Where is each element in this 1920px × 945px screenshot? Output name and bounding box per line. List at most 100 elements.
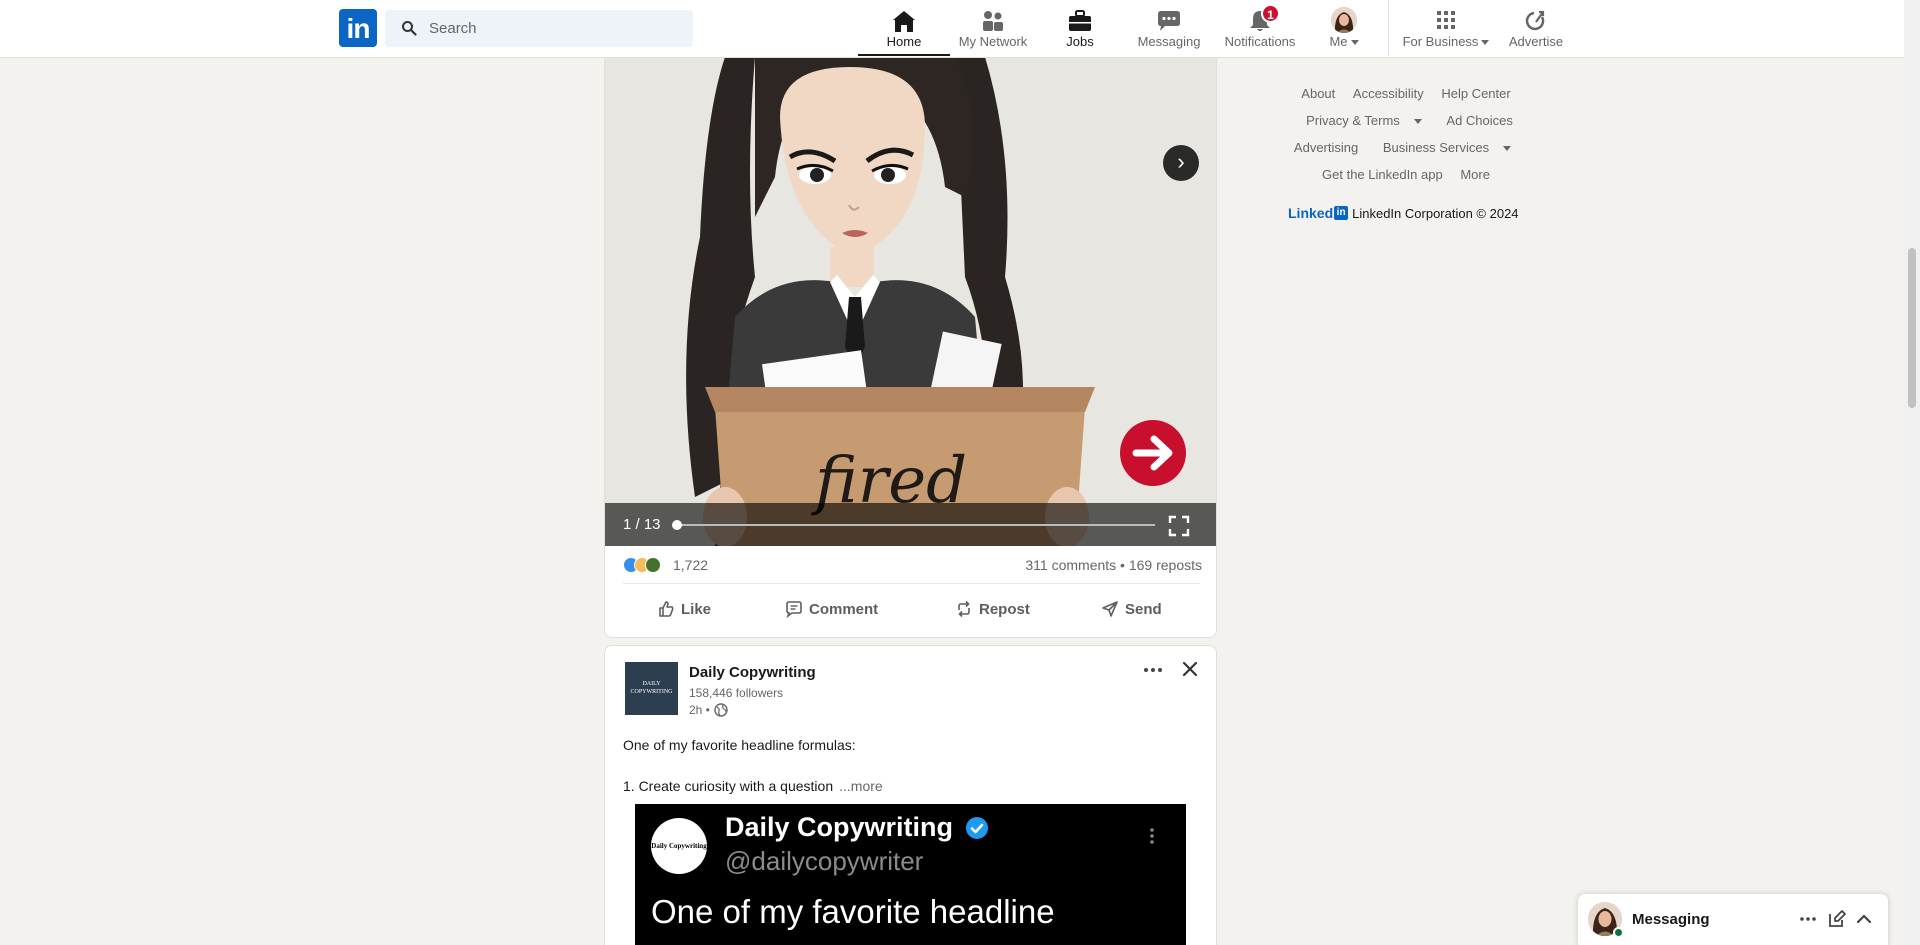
verified-badge-icon — [966, 817, 988, 839]
tweet-handle: @dailycopywriter — [725, 846, 924, 876]
nav-me[interactable]: Me — [1308, 0, 1380, 56]
nav-advertise[interactable]: Advertise — [1502, 0, 1570, 56]
tweet-body-text: One of my favorite headline — [651, 893, 1055, 930]
notification-badge: 1 — [1261, 4, 1280, 23]
tweet-menu-icon — [1150, 828, 1154, 844]
reaction-count[interactable]: 1,722 — [673, 557, 708, 573]
like-button[interactable]: Like — [657, 587, 711, 631]
company-logo[interactable]: DAILY COPYWRITING — [625, 662, 678, 715]
footer-business-services-link[interactable]: Business Services — [1376, 140, 1518, 155]
nav-advertise-label: Advertise — [1508, 34, 1564, 49]
footer-about-link[interactable]: About — [1301, 86, 1335, 101]
more-options-button[interactable] — [1141, 660, 1165, 680]
thumbs-up-icon — [659, 601, 674, 617]
nav-my-network[interactable]: My Network — [950, 0, 1036, 56]
footer-privacy-terms-text: Privacy & Terms — [1306, 113, 1400, 128]
post-text-line2-content: 1. Create curiosity with a question — [623, 778, 834, 794]
scrollbar-thumb[interactable] — [1908, 248, 1916, 408]
linkedin-in-logo: in — [1334, 206, 1349, 220]
post-timestamp: 2h • — [689, 703, 728, 717]
nav-for-business-label: For Business — [1394, 34, 1498, 49]
footer-row: Advertising Business Services — [1280, 140, 1532, 155]
footer-get-app-link[interactable]: Get the LinkedIn app — [1322, 167, 1443, 182]
chevron-down-icon — [1481, 40, 1490, 46]
company-name[interactable]: Daily Copywriting — [689, 664, 816, 681]
page-scrollbar[interactable] — [1904, 0, 1920, 945]
linkedin-logo[interactable]: in — [339, 9, 377, 47]
comment-icon — [786, 601, 802, 618]
chevron-up-icon[interactable] — [1854, 909, 1874, 929]
post-text-line1: One of my favorite headline formulas: — [623, 737, 856, 753]
ellipsis-icon — [1144, 668, 1162, 672]
linkedin-wordmark: Linked — [1288, 205, 1334, 221]
briefcase-icon — [1069, 10, 1091, 31]
tweet-avatar: Daily Copywriting — [651, 818, 707, 874]
repost-label: Repost — [979, 600, 1030, 618]
messaging-title[interactable]: Messaging — [1632, 911, 1710, 928]
carousel-controls: 1 / 13 — [605, 503, 1216, 546]
comment-label: Comment — [809, 600, 879, 618]
carousel-progress-handle[interactable] — [672, 520, 682, 530]
document-carousel[interactable]: fired › 1 / 13 — [605, 57, 1216, 546]
global-nav: in Home My Network Jobs — [0, 0, 1904, 58]
divider — [623, 583, 1200, 584]
support-reaction-icon — [645, 557, 661, 573]
search-icon — [402, 21, 417, 36]
footer-advertising-link[interactable]: Advertising — [1294, 140, 1358, 155]
footer-privacy-terms-link[interactable]: Privacy & Terms — [1299, 113, 1429, 128]
avatar — [1331, 7, 1357, 33]
footer-accessibility-link[interactable]: Accessibility — [1353, 86, 1424, 101]
carousel-progress-track[interactable] — [675, 524, 1155, 526]
compose-icon[interactable] — [1827, 909, 1847, 929]
nav-home[interactable]: Home — [858, 0, 950, 56]
tweet-author-name: Daily Copywriting — [725, 812, 954, 842]
footer-row: Get the LinkedIn app More — [1280, 167, 1532, 182]
nav-home-label: Home — [886, 34, 922, 49]
footer-business-services-text: Business Services — [1382, 140, 1490, 155]
carousel-next-button[interactable]: › — [1163, 145, 1199, 181]
comments-reposts-count[interactable]: 311 comments • 169 reposts — [1025, 557, 1202, 573]
chevron-down-icon — [1413, 119, 1422, 125]
nav-me-label: Me — [1308, 34, 1380, 49]
ellipsis-icon[interactable] — [1798, 909, 1818, 929]
nav-messaging[interactable]: Messaging — [1126, 0, 1212, 56]
advertise-icon — [1525, 10, 1545, 31]
people-icon — [983, 11, 1003, 31]
nav-me-text: Me — [1329, 34, 1348, 49]
home-icon — [893, 11, 915, 32]
footer-row: Privacy & Terms Ad Choices — [1280, 113, 1532, 128]
copyright-text: LinkedIn Corporation © 2024 — [1352, 205, 1519, 221]
close-icon[interactable] — [1178, 657, 1202, 681]
chevron-down-icon — [1503, 146, 1512, 152]
see-more-link[interactable]: ...more — [839, 778, 883, 794]
nav-jobs-label: Jobs — [1066, 34, 1094, 49]
nav-notifications-label: Notifications — [1224, 34, 1296, 49]
search-box[interactable] — [385, 10, 693, 47]
comment-button[interactable]: Comment — [785, 587, 878, 631]
send-icon — [1102, 601, 1118, 617]
online-status-icon — [1613, 927, 1624, 938]
feed-post: DAILY COPYWRITING Daily Copywriting 158,… — [604, 645, 1217, 945]
like-label: Like — [681, 600, 712, 618]
send-button[interactable]: Send — [1101, 587, 1162, 631]
footer-ad-choices-link[interactable]: Ad Choices — [1446, 113, 1512, 128]
fullscreen-icon[interactable] — [1168, 515, 1190, 537]
footer-more-link[interactable]: More — [1460, 167, 1490, 182]
social-counts: 1,722 311 comments • 169 reposts — [623, 555, 1202, 577]
footer-brand: Linked in LinkedIn Corporation © 2024 — [1288, 205, 1519, 221]
repost-button[interactable]: Repost — [955, 587, 1030, 631]
repost-icon — [958, 600, 970, 618]
footer-row: About Accessibility Help Center — [1280, 86, 1532, 101]
messaging-overlay[interactable]: Messaging — [1577, 893, 1889, 945]
search-input[interactable] — [429, 10, 679, 47]
nav-jobs[interactable]: Jobs — [1040, 0, 1120, 56]
send-label: Send — [1125, 600, 1162, 618]
feed-post-carousel: fired › 1 / 13 1,722 311 comments • 169 … — [604, 57, 1217, 638]
post-image-tweet[interactable]: Daily Copywriting Daily Copywriting @dai… — [635, 804, 1186, 945]
footer-help-center-link[interactable]: Help Center — [1441, 86, 1510, 101]
nav-for-business-text: For Business — [1402, 34, 1479, 49]
nav-notifications[interactable]: 1 Notifications — [1216, 0, 1304, 56]
nav-for-business[interactable]: For Business — [1394, 0, 1498, 56]
follower-count: 158,446 followers — [689, 686, 784, 700]
grid-icon — [1437, 11, 1455, 29]
